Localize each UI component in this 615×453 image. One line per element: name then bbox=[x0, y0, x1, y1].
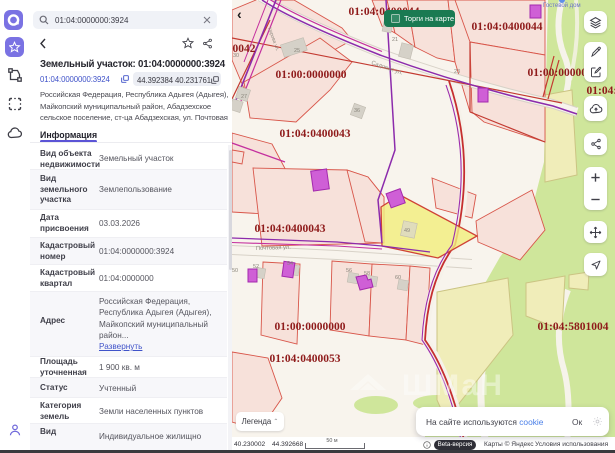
svg-text:58: 58 bbox=[364, 271, 370, 277]
svg-text:49: 49 bbox=[404, 228, 410, 234]
svg-text:21: 21 bbox=[392, 37, 398, 43]
svg-text:01:00:0000000: 01:00:0000000 bbox=[275, 321, 346, 333]
svg-text:Почтовая ул.: Почтовая ул. bbox=[256, 245, 291, 252]
svg-text:01:04:0400044: 01:04:0400044 bbox=[472, 21, 543, 33]
svg-text:54: 54 bbox=[287, 261, 293, 267]
svg-text:25: 25 bbox=[294, 48, 300, 54]
svg-text:01:04:0400053: 01:04:0400053 bbox=[270, 353, 341, 365]
svg-text:60: 60 bbox=[395, 275, 401, 281]
svg-text:50: 50 bbox=[232, 268, 238, 274]
svg-text:27: 27 bbox=[241, 94, 247, 100]
svg-text:01:04:5801004: 01:04:5801004 bbox=[538, 321, 609, 333]
svg-text:23: 23 bbox=[454, 69, 460, 75]
svg-text:52: 52 bbox=[253, 264, 259, 270]
svg-text:36: 36 bbox=[354, 108, 360, 114]
svg-text:Гостевой дом: Гостевой дом bbox=[543, 2, 581, 9]
svg-text:01:04:0400043: 01:04:0400043 bbox=[280, 128, 351, 140]
svg-text:ШМаН: ШМаН bbox=[402, 369, 504, 402]
svg-text:56: 56 bbox=[346, 268, 352, 274]
svg-text:01:00:0000000: 01:00:0000000 bbox=[276, 69, 347, 81]
svg-text:01:04:0400043: 01:04:0400043 bbox=[255, 223, 326, 235]
svg-text:01:04:0400042: 01:04:0400042 bbox=[232, 43, 256, 55]
